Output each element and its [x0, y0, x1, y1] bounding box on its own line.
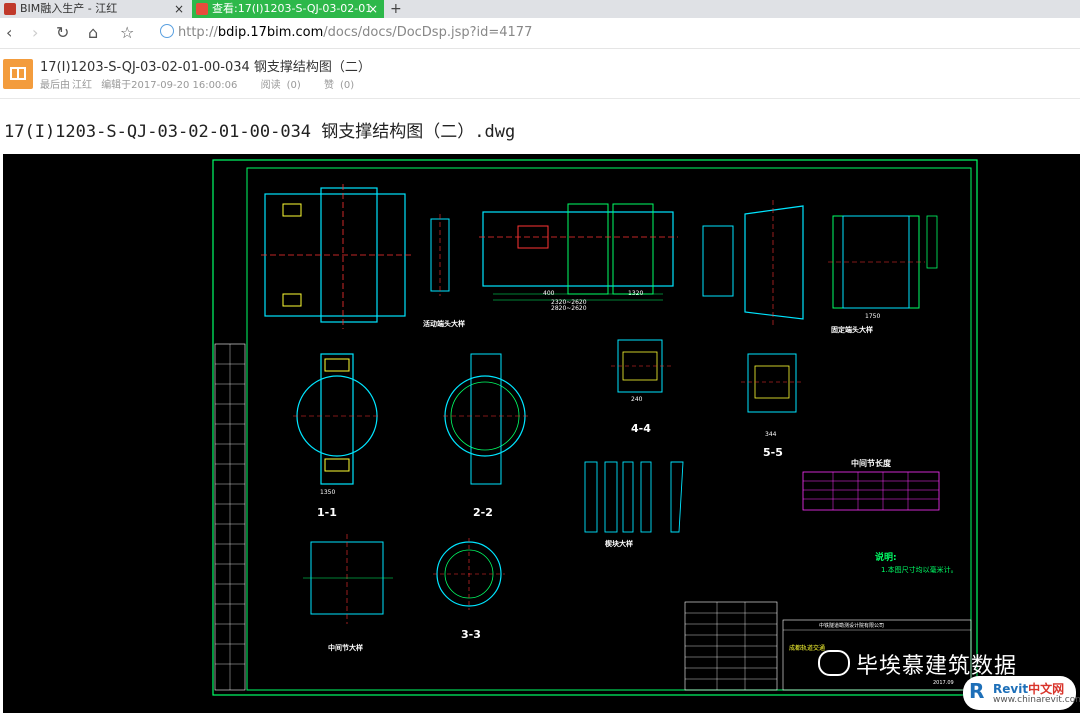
- tab-view-document[interactable]: 查看:17(I)1203-S-QJ-03-02-01 ×: [192, 0, 384, 18]
- dim-label: 2820~2620: [551, 305, 587, 312]
- document-book-icon: [3, 59, 33, 89]
- section-4-4-drawing: [611, 339, 671, 393]
- drawing-border-inner: [246, 167, 972, 691]
- active-end-detail: [261, 184, 450, 329]
- revit-badge-url: www.chinarevit.com: [993, 695, 1080, 705]
- dim-label: 1750: [865, 313, 880, 320]
- wedge-detail: [584, 461, 684, 533]
- section-1-1-drawing: [293, 353, 381, 485]
- url-path: /docs/docs/DocDsp.jsp?id=4177: [323, 25, 533, 40]
- dim-label: 400: [543, 290, 555, 297]
- revit-logo-icon: R: [969, 679, 985, 703]
- browser-tab-bar: BIM融入生产 - 江红 × 查看:17(I)1203-S-QJ-03-02-0…: [0, 0, 1080, 18]
- dim-label: 344: [765, 431, 777, 438]
- likes-count: (0): [339, 80, 355, 91]
- likes-label[interactable]: 赞: [324, 80, 334, 91]
- drawing-border-outer: [212, 159, 978, 696]
- label-note-1: 1.本图尺寸均以毫米计。: [881, 565, 958, 574]
- label-section-1-1: 1-1: [317, 506, 337, 519]
- address-bar[interactable]: http://bdip.17bim.com/docs/docs/DocDsp.j…: [160, 23, 532, 43]
- label-fixed-end: 固定端头大样: [831, 325, 873, 334]
- bookmark-star-icon[interactable]: ☆: [120, 22, 134, 44]
- reload-icon[interactable]: ↻: [56, 22, 69, 44]
- back-icon[interactable]: ‹: [6, 22, 12, 44]
- dim-label: 1350: [320, 489, 335, 496]
- label-section-2-2: 2-2: [473, 506, 493, 519]
- tab-label: 查看:17(I)1203-S-QJ-03-02-01: [212, 2, 373, 15]
- last-editor-label: 最后由: [40, 80, 70, 91]
- label-company: 中铁隧道勘测设计院有限公司: [819, 622, 884, 629]
- views-count: (0): [286, 80, 301, 91]
- middle-joint-detail: [303, 534, 393, 624]
- label-note-title: 说明:: [875, 551, 897, 563]
- close-icon[interactable]: ×: [174, 0, 184, 18]
- url-protocol: http://: [178, 25, 218, 40]
- label-date: 2017.09: [933, 680, 954, 686]
- label-active-end: 活动端头大样: [423, 319, 465, 328]
- section-2-2-drawing: [443, 353, 528, 485]
- site-logo-icon: [196, 3, 208, 15]
- new-tab-icon[interactable]: +: [390, 0, 402, 18]
- section-3-3-drawing: [433, 538, 505, 610]
- forward-icon[interactable]: ›: [32, 22, 38, 44]
- label-section-4-4: 4-4: [631, 422, 651, 435]
- cad-drawing-canvas: 活动端头大样 固定端头大样 1-1 2-2 4-4 5-5 3-3 中间节大样 …: [212, 159, 978, 696]
- cad-drawing-preview[interactable]: 活动端头大样 固定端头大样 1-1 2-2 4-4 5-5 3-3 中间节大样 …: [3, 154, 1080, 713]
- document-title: 17(I)1203-S-QJ-03-02-01-00-034 钢支撑结构图（二）: [40, 60, 371, 75]
- fixed-end-detail: [702, 200, 938, 326]
- document-meta: 最后由 江红 编辑于2017-09-20 16:00:06 阅读 (0) 赞 (0): [40, 76, 360, 91]
- tab-label: BIM融入生产 - 江红: [20, 2, 118, 15]
- file-heading: 17(I)1203-S-QJ-03-02-01-00-034 钢支撑结构图（二）…: [4, 122, 516, 142]
- label-section-3-3: 3-3: [461, 628, 481, 641]
- dim-label: 240: [631, 396, 643, 403]
- label-middle-length: 中间节长度: [851, 458, 892, 468]
- wechat-icon: [818, 650, 850, 676]
- middle-length-table: [802, 471, 940, 511]
- dim-label: 2320~2620: [551, 299, 587, 306]
- dim-label: 1320: [628, 290, 643, 297]
- label-middle-joint: 中间节大样: [328, 643, 363, 652]
- label-wedge: 楔块大样: [605, 539, 633, 548]
- url-host: bdip.17bim.com: [217, 25, 324, 40]
- views-label: 阅读: [260, 80, 281, 91]
- close-icon[interactable]: ×: [368, 0, 378, 18]
- edited-at: 编辑于2017-09-20 16:00:06: [101, 80, 238, 91]
- site-logo-icon: [4, 3, 16, 15]
- site-info-icon: [160, 24, 174, 38]
- home-icon[interactable]: ⌂: [88, 22, 98, 44]
- label-section-5-5: 5-5: [763, 446, 783, 459]
- revit-badge: R Revit中文网 www.chinarevit.com: [963, 676, 1080, 710]
- tab-bim-production[interactable]: BIM融入生产 - 江红 ×: [0, 0, 190, 18]
- last-editor-link[interactable]: 江红: [72, 80, 92, 91]
- document-header: 17(I)1203-S-QJ-03-02-01-00-034 钢支撑结构图（二）…: [0, 49, 1080, 99]
- long-member-elevation: [479, 203, 678, 301]
- section-5-5-drawing: [741, 353, 803, 413]
- browser-nav-bar: ‹ › ↻ ⌂ ☆ http://bdip.17bim.com/docs/doc…: [0, 18, 1080, 49]
